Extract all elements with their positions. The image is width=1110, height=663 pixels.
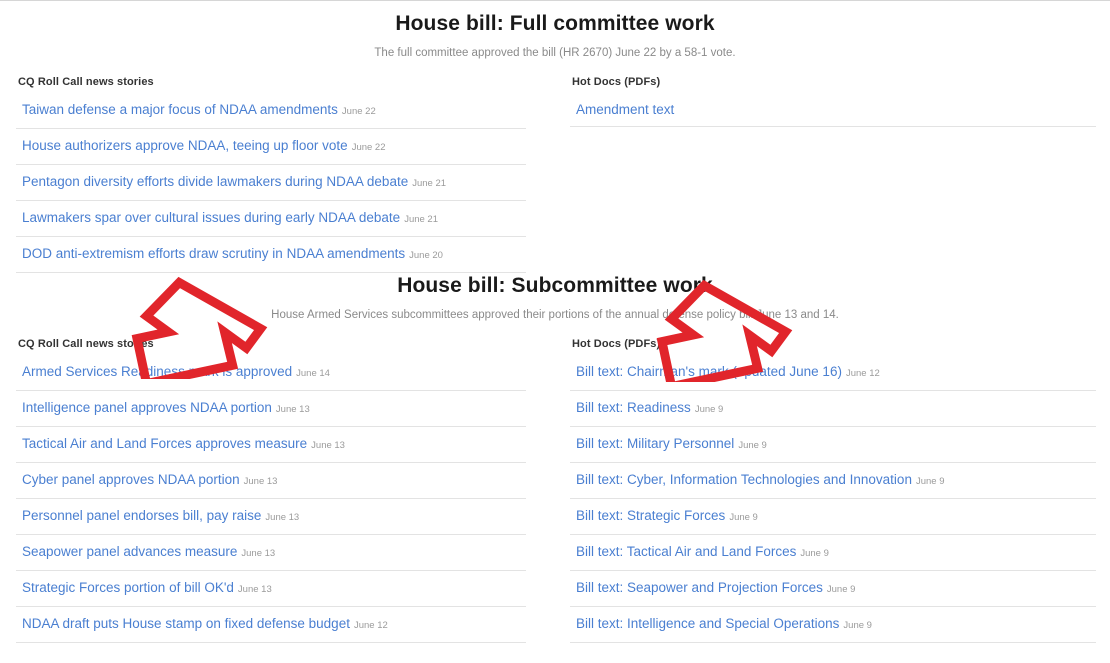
list-item[interactable]: Bill text: Strategic Forces June 9 — [570, 499, 1096, 535]
item-link[interactable]: Bill text: Chairman's mark (updated June… — [576, 364, 842, 379]
section-subtitle: House Armed Services subcommittees appro… — [271, 309, 839, 321]
list-item[interactable]: Bill text: Intelligence and Special Oper… — [570, 607, 1096, 643]
page-root: House bill: Full committee work The full… — [0, 0, 1110, 663]
item-link[interactable]: Taiwan defense a major focus of NDAA ame… — [22, 102, 338, 117]
item-date: June 13 — [275, 404, 310, 415]
column-hot-docs: Hot Docs (PDFs) Bill text: Chairman's ma… — [556, 337, 1096, 643]
item-date: June 9 — [694, 404, 724, 415]
item-link[interactable]: Seapower panel advances measure — [22, 544, 237, 559]
section-subtitle: The full committee approved the bill (HR… — [374, 47, 736, 59]
item-link[interactable]: Bill text: Seapower and Projection Force… — [576, 580, 823, 595]
news-story-list: Armed Services Readiness mark is approve… — [16, 355, 526, 643]
list-item[interactable]: DOD anti-extremism efforts draw scrutiny… — [16, 237, 526, 273]
section-subcommittee: House bill: Subcommittee work House Arme… — [0, 273, 1110, 643]
item-link[interactable]: Strategic Forces portion of bill OK'd — [22, 580, 234, 595]
column-hot-docs: Hot Docs (PDFs) Amendment text — [556, 75, 1096, 273]
item-link[interactable]: Bill text: Intelligence and Special Oper… — [576, 616, 839, 631]
item-date: June 13 — [311, 440, 345, 451]
list-item[interactable]: Pentagon diversity efforts divide lawmak… — [16, 165, 526, 201]
item-link[interactable]: Pentagon diversity efforts divide lawmak… — [22, 174, 408, 189]
item-link[interactable]: Personnel panel endorses bill, pay raise — [22, 508, 261, 523]
column-heading-hotdocs: Hot Docs (PDFs) — [572, 338, 661, 350]
list-item[interactable]: Bill text: Readiness June 9 — [570, 391, 1096, 427]
item-date: June 9 — [738, 440, 767, 451]
item-date: June 13 — [241, 548, 276, 559]
item-link[interactable]: Cyber panel approves NDAA portion — [22, 472, 240, 487]
item-link[interactable]: Bill text: Cyber, Information Technologi… — [576, 472, 912, 487]
section-header: House bill: Subcommittee work House Arme… — [0, 273, 1110, 323]
list-item[interactable]: Bill text: Cyber, Information Technologi… — [570, 463, 1096, 499]
item-date: June 12 — [353, 620, 388, 631]
item-link[interactable]: DOD anti-extremism efforts draw scrutiny… — [22, 246, 405, 261]
item-date: June 9 — [843, 620, 872, 631]
list-item[interactable]: Taiwan defense a major focus of NDAA ame… — [16, 93, 526, 129]
list-item[interactable]: Tactical Air and Land Forces approves me… — [16, 427, 526, 463]
list-item[interactable]: Amendment text — [570, 93, 1096, 127]
column-heading-news: CQ Roll Call news stories — [18, 76, 154, 88]
list-item[interactable]: Bill text: Military Personnel June 9 — [570, 427, 1096, 463]
item-date: June 14 — [296, 368, 330, 379]
section-full-committee: House bill: Full committee work The full… — [0, 1, 1110, 273]
item-date: June 22 — [341, 106, 376, 117]
section-columns: CQ Roll Call news stories Armed Services… — [0, 323, 1110, 643]
list-item[interactable]: Armed Services Readiness mark is approve… — [16, 355, 526, 391]
list-item[interactable]: Bill text: Seapower and Projection Force… — [570, 571, 1096, 607]
list-item[interactable]: NDAA draft puts House stamp on fixed def… — [16, 607, 526, 643]
news-story-list: Taiwan defense a major focus of NDAA ame… — [16, 93, 526, 273]
item-link[interactable]: Lawmakers spar over cultural issues duri… — [22, 210, 400, 225]
item-link[interactable]: Bill text: Readiness — [576, 400, 691, 415]
item-link[interactable]: Armed Services Readiness mark is approve… — [22, 364, 292, 379]
item-link[interactable]: NDAA draft puts House stamp on fixed def… — [22, 616, 350, 631]
list-item[interactable]: Strategic Forces portion of bill OK'd Jun… — [16, 571, 526, 607]
item-link[interactable]: Intelligence panel approves NDAA portion — [22, 400, 272, 415]
list-item[interactable]: House authorizers approve NDAA, teeing u… — [16, 129, 526, 165]
section-header: House bill: Full committee work The full… — [0, 11, 1110, 61]
column-news-stories: CQ Roll Call news stories Taiwan defense… — [16, 75, 556, 273]
page-title: House bill: Subcommittee work — [397, 274, 713, 297]
item-date: June 9 — [800, 548, 829, 559]
column-news-stories: CQ Roll Call news stories Armed Services… — [16, 337, 556, 643]
list-item[interactable]: Bill text: Chairman's mark (updated June… — [570, 355, 1096, 391]
list-item[interactable]: Cyber panel approves NDAA portion June 13 — [16, 463, 526, 499]
item-date: June 13 — [265, 512, 300, 523]
page-title: House bill: Full committee work — [395, 12, 715, 35]
item-date: June 12 — [845, 368, 880, 379]
hot-docs-list: Amendment text — [570, 93, 1096, 127]
item-date: June 13 — [237, 584, 272, 595]
list-item[interactable]: Lawmakers spar over cultural issues duri… — [16, 201, 526, 237]
list-item[interactable]: Bill text: Tactical Air and Land Forces J… — [570, 535, 1096, 571]
item-date: June 13 — [243, 476, 278, 487]
list-item[interactable]: Seapower panel advances measure June 13 — [16, 535, 526, 571]
item-link[interactable]: Amendment text — [576, 102, 674, 117]
item-link[interactable]: Bill text: Tactical Air and Land Forces — [576, 544, 796, 559]
list-item[interactable]: Personnel panel endorses bill, pay raise… — [16, 499, 526, 535]
item-date: June 9 — [729, 512, 758, 523]
item-link[interactable]: Bill text: Strategic Forces — [576, 508, 725, 523]
item-link[interactable]: House authorizers approve NDAA, teeing u… — [22, 138, 348, 153]
item-date: June 9 — [915, 476, 945, 487]
item-date: June 21 — [412, 178, 447, 189]
item-link[interactable]: Bill text: Military Personnel — [576, 436, 734, 451]
item-date: June 9 — [826, 584, 856, 595]
item-date: June 22 — [351, 142, 386, 153]
item-date: June 20 — [409, 250, 443, 261]
column-heading-hotdocs: Hot Docs (PDFs) — [572, 76, 661, 88]
column-heading-news: CQ Roll Call news stories — [18, 338, 154, 350]
list-item[interactable]: Intelligence panel approves NDAA portion… — [16, 391, 526, 427]
item-link[interactable]: Tactical Air and Land Forces approves me… — [22, 436, 307, 451]
section-columns: CQ Roll Call news stories Taiwan defense… — [0, 61, 1110, 273]
hot-docs-list: Bill text: Chairman's mark (updated June… — [570, 355, 1096, 643]
item-date: June 21 — [404, 214, 438, 225]
